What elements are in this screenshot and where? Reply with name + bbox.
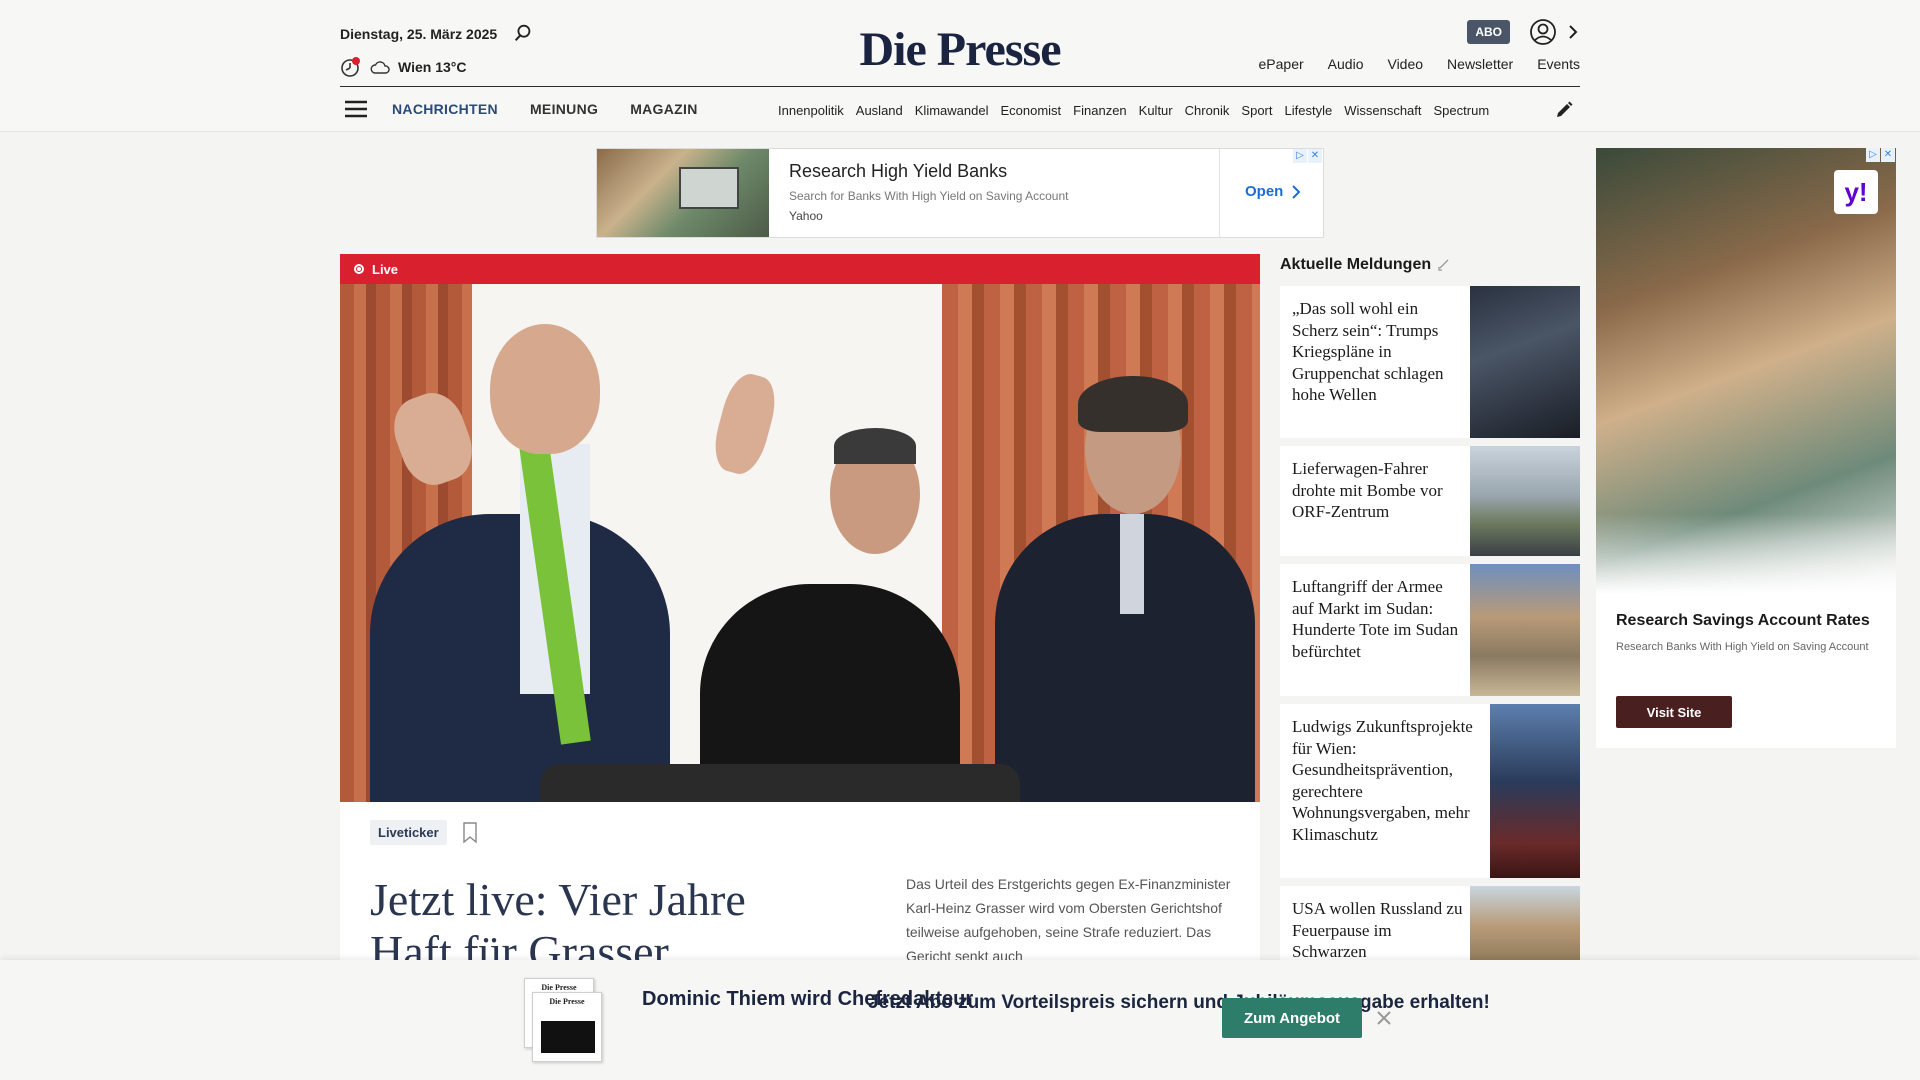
ad-thumbnail — [597, 149, 769, 237]
newspaper-front: Die Presse — [532, 992, 602, 1062]
news-item[interactable]: Lieferwagen-Fahrer drohte mit Bombe vor … — [1280, 446, 1580, 556]
chevron-right-icon[interactable] — [1566, 20, 1580, 44]
news-item-title[interactable]: Luftangriff der Armee auf Markt im Sudan… — [1292, 576, 1468, 662]
tab-nachrichten[interactable]: NACHRICHTEN — [392, 101, 498, 117]
news-item-title[interactable]: „Das soll wohl ein Scherz sein“: Trumps … — [1292, 298, 1468, 406]
nav-events[interactable]: Events — [1537, 56, 1580, 72]
ad-choices[interactable]: ▷ ✕ — [1293, 149, 1323, 163]
newspaper-illustration: Die Presse Die Presse — [524, 978, 604, 1062]
service-nav: ePaper Audio Video Newsletter Events — [1259, 56, 1580, 72]
section-economist[interactable]: Economist — [1000, 103, 1061, 118]
live-dot-icon — [354, 264, 364, 274]
section-sport[interactable]: Sport — [1241, 103, 1272, 118]
news-list-title-text: Aktuelle Meldungen — [1280, 256, 1432, 273]
ad-open-button[interactable]: Open — [1245, 183, 1301, 200]
ad-open-label: Open — [1245, 183, 1284, 200]
news-item-title[interactable]: Ludwigs Zukunftsprojekte für Wien: Gesun… — [1292, 716, 1488, 845]
news-item[interactable]: „Das soll wohl ein Scherz sein“: Trumps … — [1280, 286, 1580, 438]
section-ausland[interactable]: Ausland — [856, 103, 903, 118]
ad-divider — [1219, 149, 1220, 237]
ad-info-icon[interactable]: ▷ — [1293, 149, 1307, 163]
promo-text: Jetzt Abo zum Vorteilspreis sichern und … — [868, 992, 1490, 1013]
header-divider — [340, 86, 1580, 87]
newspaper-masthead: Die Presse — [541, 983, 577, 992]
main-nav: NACHRICHTEN MEINUNG MAGAZIN — [392, 101, 698, 117]
close-icon[interactable] — [1372, 1006, 1396, 1030]
photo-shape — [490, 324, 600, 454]
news-item[interactable]: Ludwigs Zukunftsprojekte für Wien: Gesun… — [1280, 704, 1580, 878]
chevron-right-icon — [1292, 184, 1301, 199]
side-ad-image[interactable] — [1596, 148, 1896, 594]
news-item-image[interactable] — [1490, 704, 1580, 878]
ad-close-icon[interactable]: ✕ — [1881, 148, 1895, 162]
news-list-title: Aktuelle Meldungen — [1280, 256, 1451, 274]
news-item-image[interactable] — [1470, 286, 1580, 438]
section-nav: Innenpolitik Ausland Klimawandel Economi… — [778, 103, 1540, 118]
news-item-image[interactable] — [1470, 564, 1580, 696]
pencil-icon[interactable] — [1554, 100, 1574, 120]
section-chronik[interactable]: Chronik — [1185, 103, 1230, 118]
news-item[interactable]: Luftangriff der Armee auf Markt im Sudan… — [1280, 564, 1580, 696]
side-ad[interactable]: y! ▷ ✕ Research Savings Account Rates Re… — [1596, 148, 1896, 748]
header-inner: Dienstag, 25. März 2025 Wien 13°C Die Pr… — [340, 0, 1580, 132]
news-item-title[interactable]: USA wollen Russland zu Feuerpause im Sch… — [1292, 898, 1468, 963]
news-item-image[interactable] — [1470, 446, 1580, 556]
photo-shape — [834, 428, 916, 464]
ad-close-icon[interactable]: ✕ — [1308, 149, 1322, 163]
news-item[interactable]: USA wollen Russland zu Feuerpause im Sch… — [1280, 886, 1580, 966]
ad-info-icon[interactable]: ▷ — [1866, 148, 1880, 162]
tab-meinung[interactable]: MEINUNG — [530, 101, 598, 117]
visit-site-button[interactable]: Visit Site — [1616, 696, 1732, 728]
section-wissenschaft[interactable]: Wissenschaft — [1344, 103, 1421, 118]
subscription-promo-banner: Die Presse Die Presse Dominic Thiem wird… — [0, 960, 1920, 1080]
section-kultur[interactable]: Kultur — [1139, 103, 1173, 118]
section-lifestyle[interactable]: Lifestyle — [1285, 103, 1333, 118]
lead-teaser: Das Urteil des Erstgerichts gegen Ex-Fin… — [906, 876, 1231, 964]
news-item-image[interactable] — [1470, 886, 1580, 966]
photo-shape — [1120, 514, 1144, 614]
nav-newsletter[interactable]: Newsletter — [1447, 56, 1513, 72]
section-nav-fade — [1510, 96, 1550, 126]
bell-icon — [1438, 259, 1449, 271]
nav-audio[interactable]: Audio — [1328, 56, 1364, 72]
newspaper-masthead: Die Presse — [549, 997, 585, 1006]
tab-magazin[interactable]: MAGAZIN — [630, 101, 697, 117]
side-ad-title[interactable]: Research Savings Account Rates — [1616, 612, 1870, 630]
top-banner-ad[interactable]: Research High Yield Banks Search for Ban… — [596, 148, 1324, 238]
abo-button[interactable]: ABO — [1467, 20, 1510, 44]
lead-article[interactable]: Live Liveticker Jetzt live: Vier Jahre H… — [340, 254, 1260, 964]
section-finanzen[interactable]: Finanzen — [1073, 103, 1126, 118]
news-item-title[interactable]: Lieferwagen-Fahrer drohte mit Bombe vor … — [1292, 458, 1468, 523]
ad-choices[interactable]: ▷ ✕ — [1866, 148, 1896, 162]
live-bar: Live — [340, 254, 1260, 284]
photo-shape — [540, 764, 1020, 802]
ad-title[interactable]: Research High Yield Banks — [789, 161, 1007, 182]
ad-brand: Yahoo — [789, 209, 823, 223]
zum-angebot-button[interactable]: Zum Angebot — [1222, 998, 1362, 1038]
ad-subtitle: Search for Banks With High Yield on Savi… — [789, 189, 1069, 203]
side-ad-subtitle: Research Banks With High Yield on Saving… — [1616, 641, 1869, 653]
section-klimawandel[interactable]: Klimawandel — [915, 103, 989, 118]
liveticker-chip[interactable]: Liveticker — [370, 820, 447, 845]
lead-headline[interactable]: Jetzt live: Vier Jahre Haft für Grasser — [370, 874, 800, 964]
site-header: Dienstag, 25. März 2025 Wien 13°C Die Pr… — [0, 0, 1920, 132]
user-icon[interactable] — [1528, 17, 1558, 47]
section-innenpolitik[interactable]: Innenpolitik — [778, 103, 844, 118]
live-label: Live — [372, 261, 399, 277]
section-spectrum[interactable]: Spectrum — [1434, 103, 1490, 118]
nav-epaper[interactable]: ePaper — [1259, 56, 1304, 72]
lead-photo[interactable] — [340, 284, 1260, 802]
hamburger-menu-icon[interactable] — [344, 98, 368, 120]
bookmark-icon[interactable] — [462, 822, 478, 844]
nav-video[interactable]: Video — [1387, 56, 1423, 72]
yahoo-logo: y! — [1834, 170, 1878, 214]
photo-shape — [1078, 376, 1188, 432]
newspaper-photo — [541, 1021, 595, 1053]
